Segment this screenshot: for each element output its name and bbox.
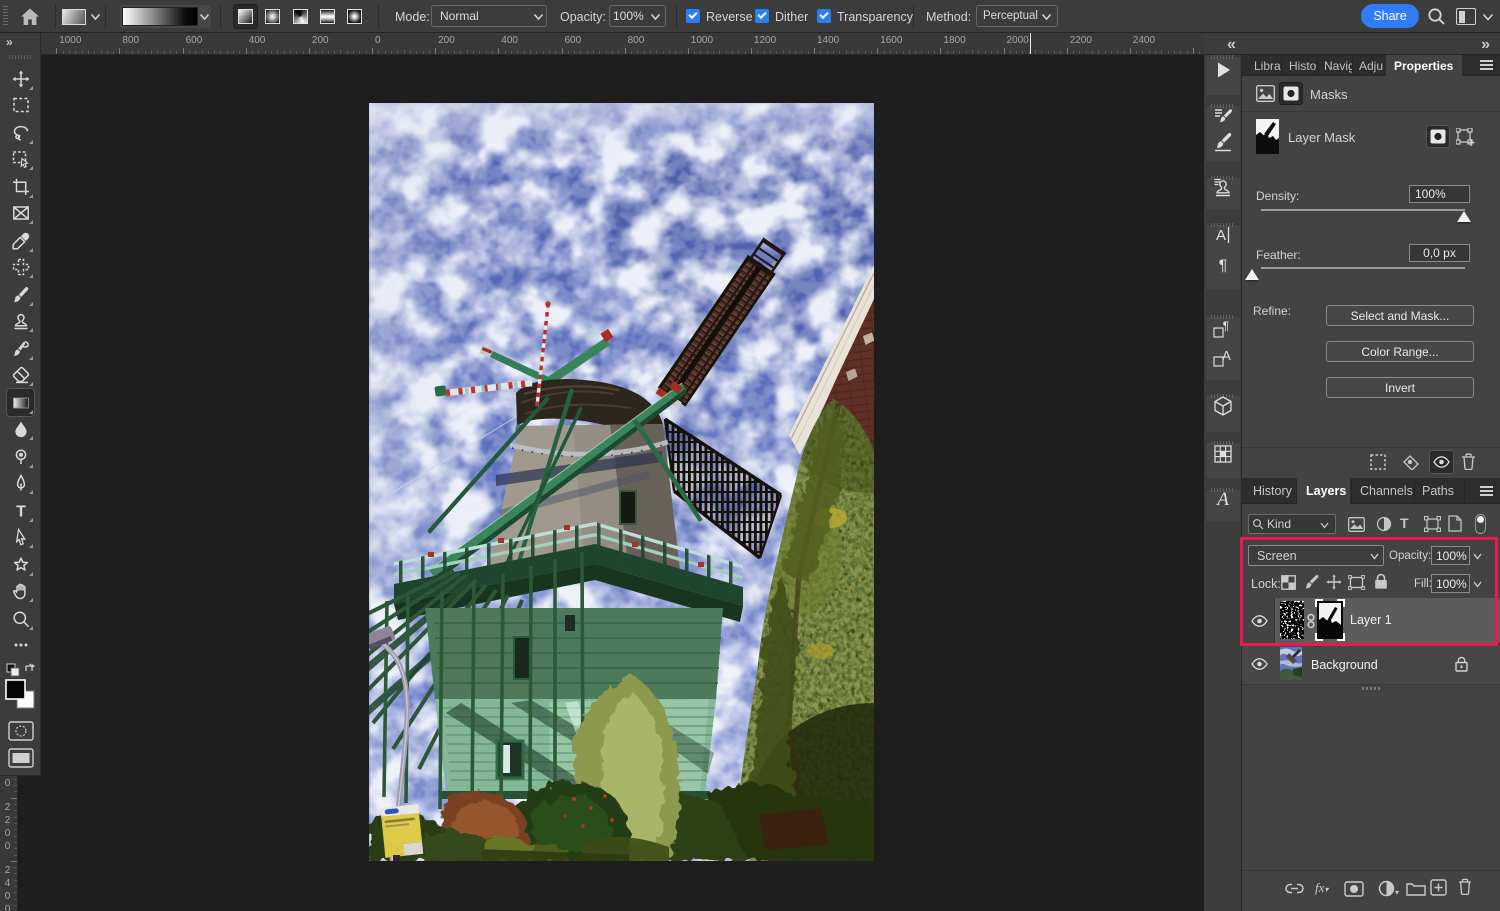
svg-text:¶: ¶: [1219, 258, 1228, 275]
svg-text:A: A: [1216, 227, 1226, 244]
svg-text:A: A: [1222, 348, 1231, 363]
svg-text:¶: ¶: [1223, 319, 1229, 333]
svg-text:T: T: [16, 503, 26, 520]
svg-text:A: A: [1215, 489, 1229, 510]
